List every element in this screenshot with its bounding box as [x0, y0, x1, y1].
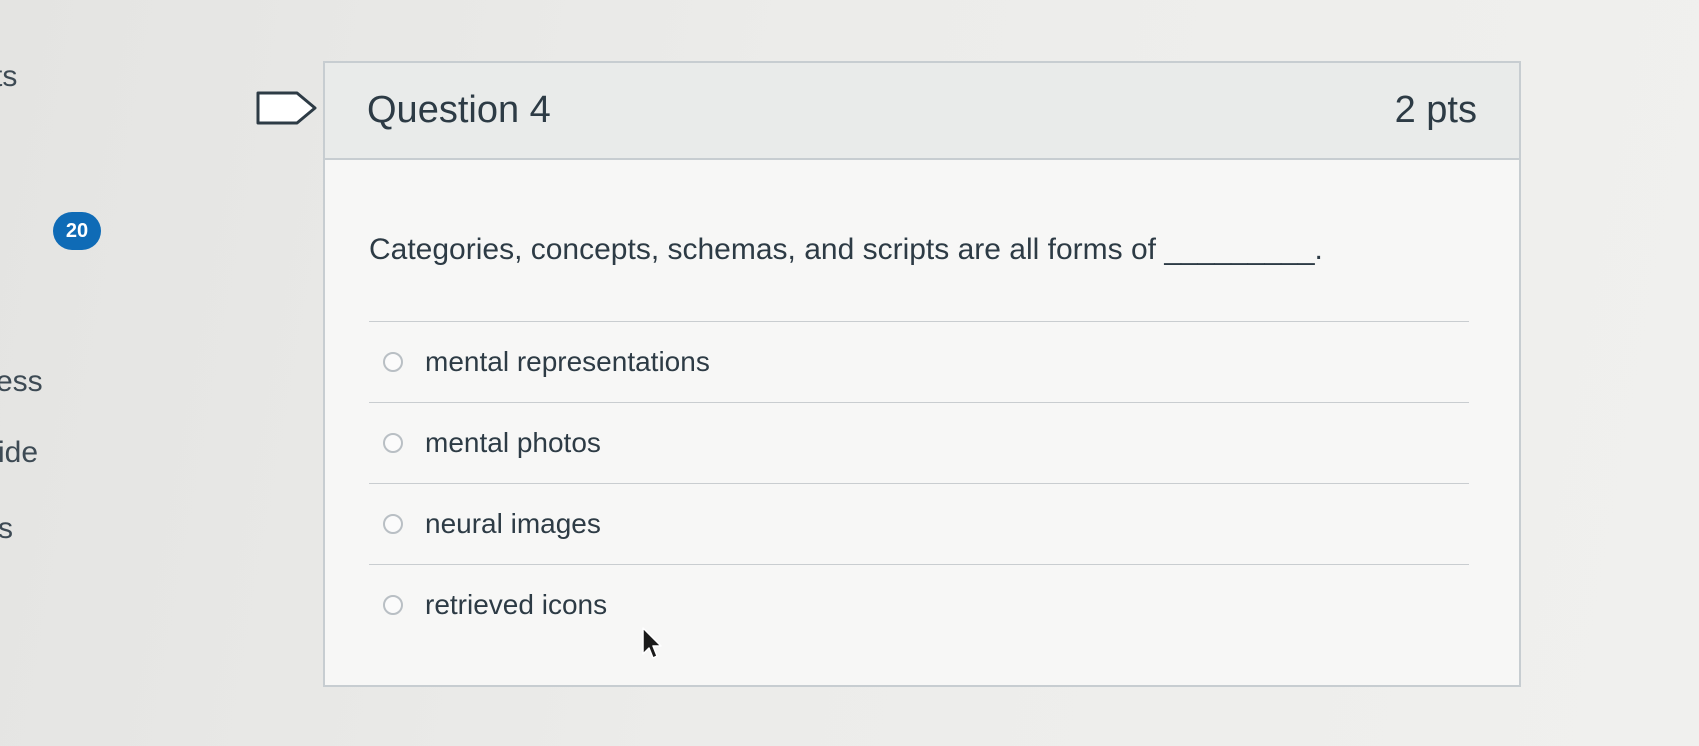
sidebar-fragment-4[interactable]: s — [0, 512, 13, 546]
radio-button[interactable] — [383, 514, 403, 534]
answer-label[interactable]: retrieved icons — [425, 589, 607, 621]
question-text: Categories, concepts, schemas, and scrip… — [369, 233, 1323, 266]
sidebar-fragment-1[interactable]: ts — [0, 60, 17, 94]
answer-label[interactable]: mental representations — [425, 346, 710, 378]
answer-label[interactable]: neural images — [425, 508, 601, 540]
answer-option[interactable]: mental photos — [369, 403, 1469, 483]
mouse-pointer-icon — [641, 626, 665, 662]
notification-badge: 20 — [53, 212, 101, 250]
sidebar-fragment-3[interactable]: ide — [0, 436, 38, 470]
answer-option[interactable]: retrieved icons — [369, 565, 1469, 645]
answer-list: mental representations mental photos neu… — [369, 321, 1469, 645]
radio-button[interactable] — [383, 595, 403, 615]
question-points: 2 pts — [1394, 89, 1477, 131]
question-header: Question 4 2 pts — [325, 63, 1519, 160]
answer-label[interactable]: mental photos — [425, 427, 601, 459]
radio-button[interactable] — [383, 352, 403, 372]
flag-question-icon[interactable] — [255, 90, 325, 130]
answer-option[interactable]: neural images — [369, 484, 1469, 564]
question-card: Question 4 2 pts Categories, concepts, s… — [323, 61, 1521, 687]
answer-option[interactable]: mental representations — [369, 322, 1469, 402]
radio-button[interactable] — [383, 433, 403, 453]
question-title: Question 4 — [367, 89, 551, 131]
sidebar-fragment-2[interactable]: ess — [0, 365, 43, 399]
